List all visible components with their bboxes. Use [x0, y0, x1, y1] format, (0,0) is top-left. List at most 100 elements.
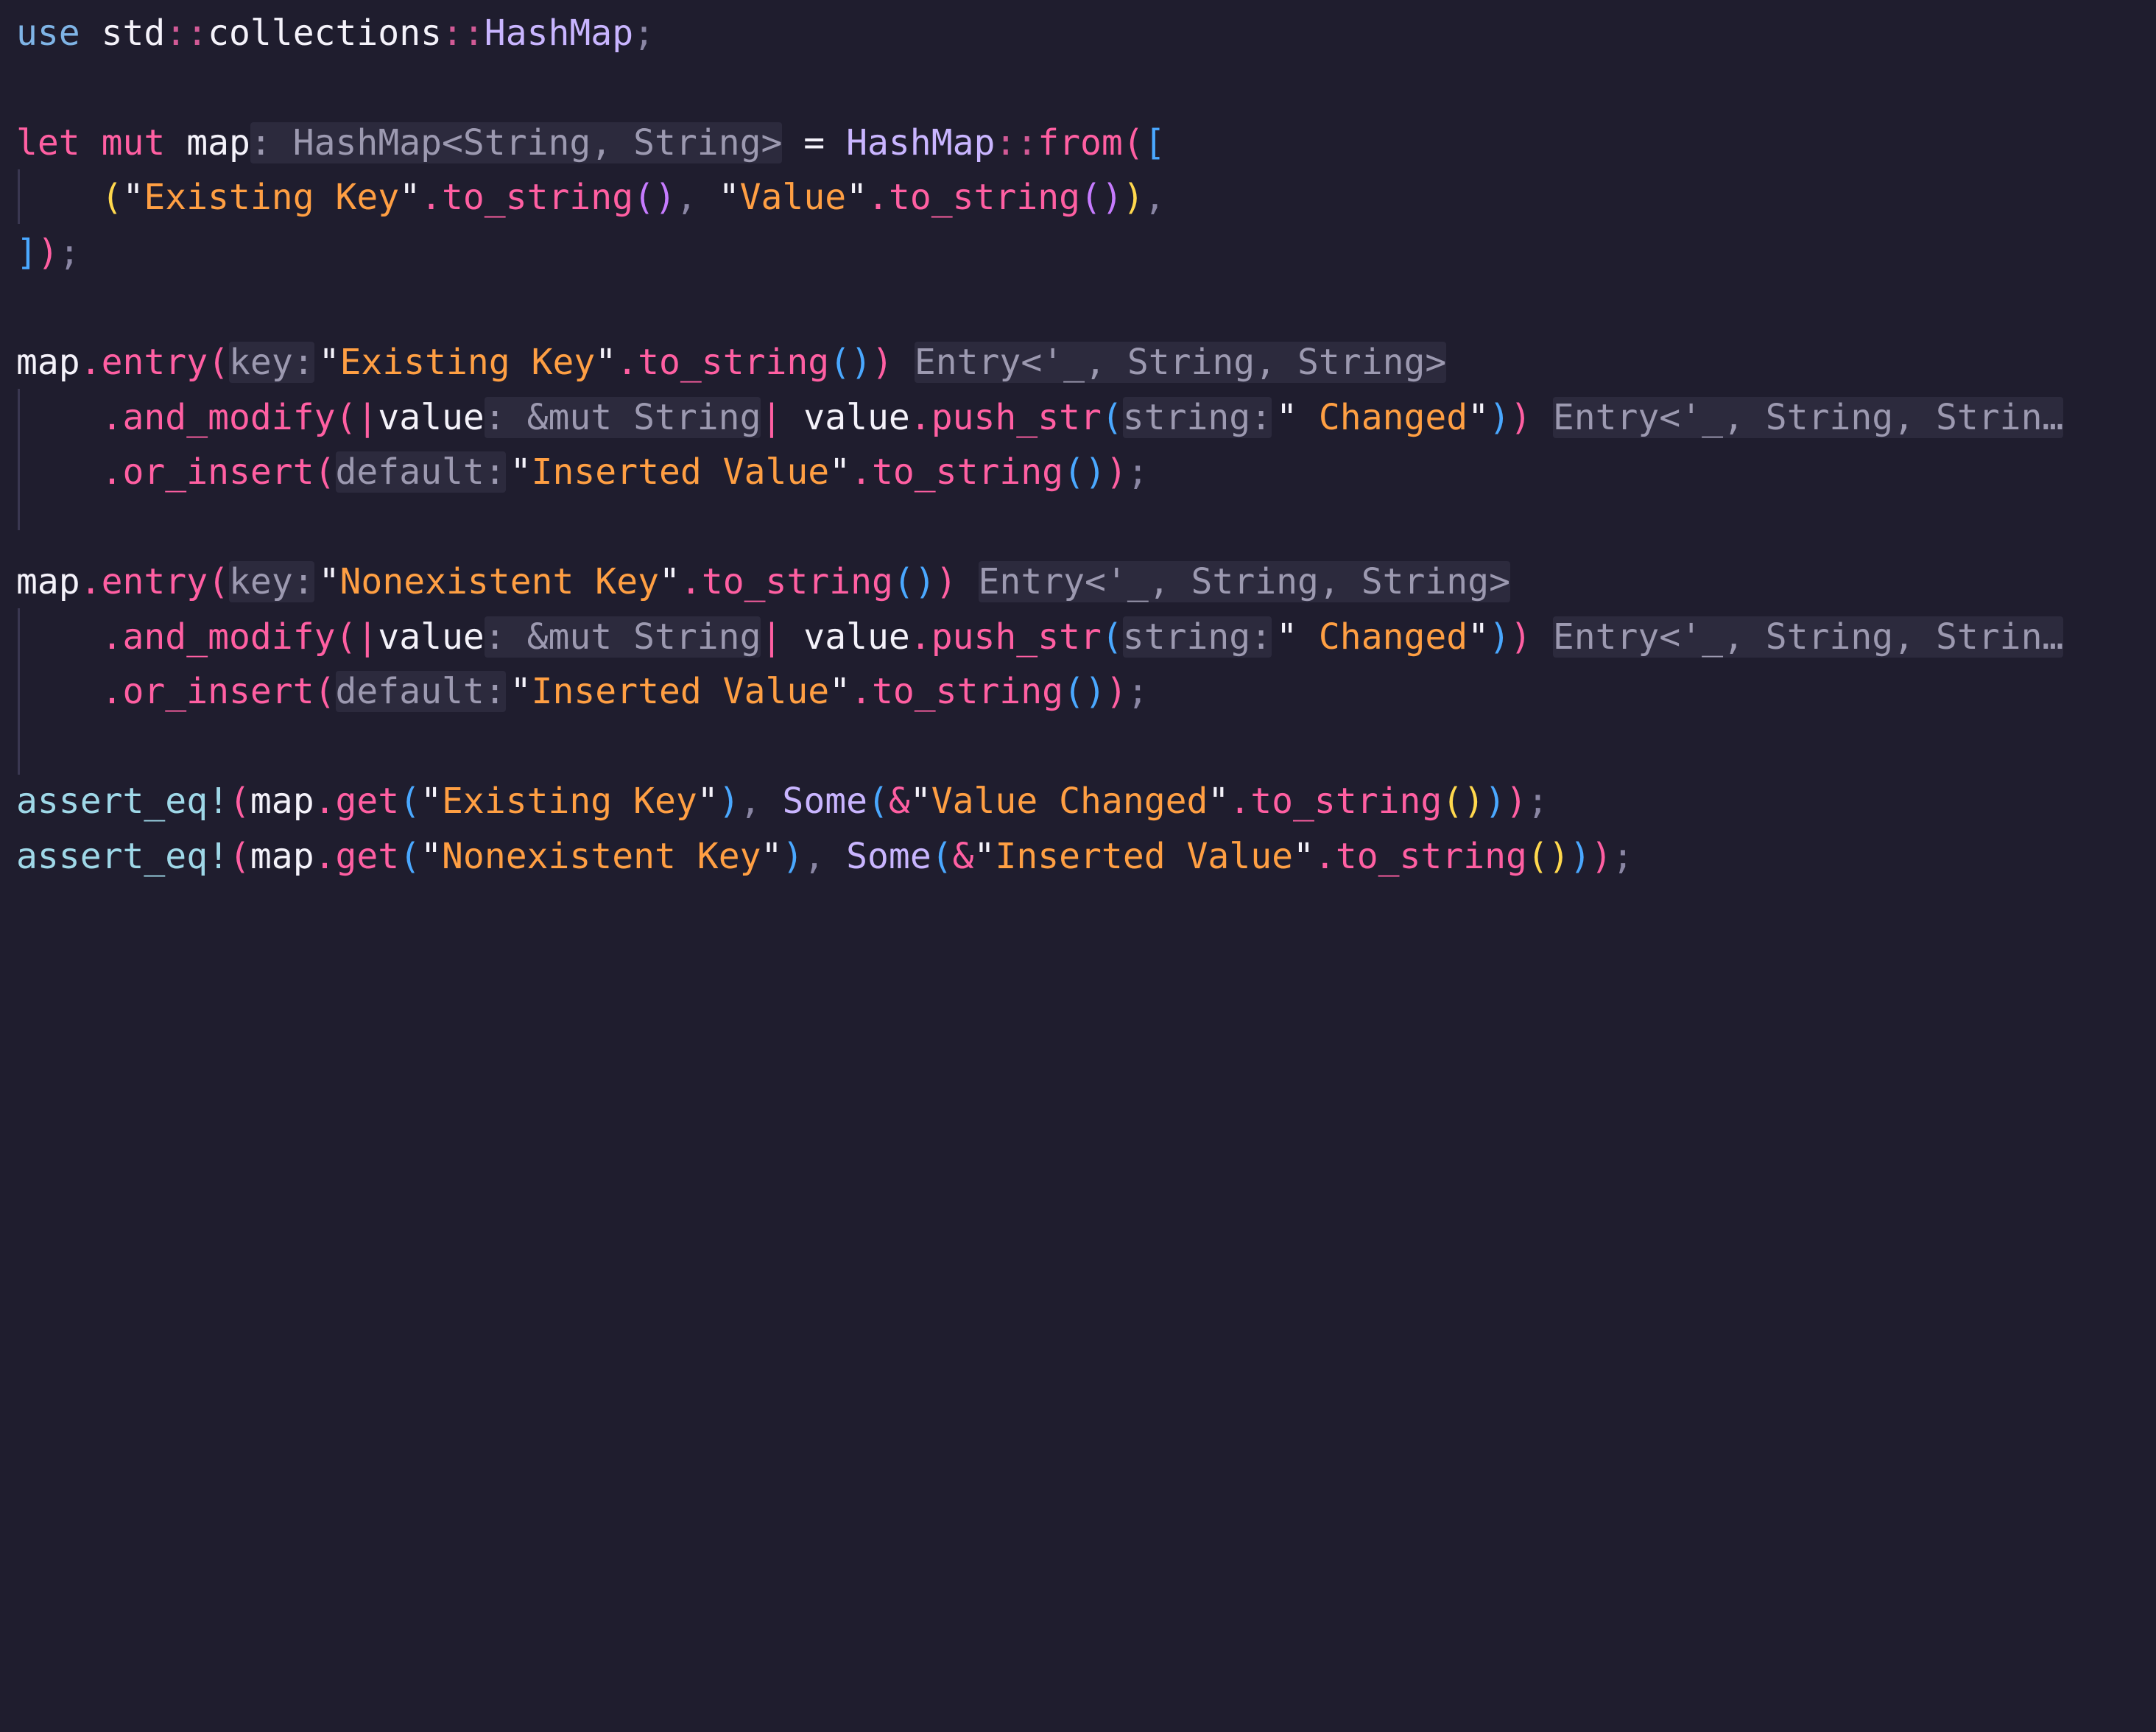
dot: . — [1314, 836, 1336, 877]
open-paren: ( — [335, 397, 357, 438]
open-paren: ( — [867, 781, 889, 822]
method-entry: entry — [101, 342, 208, 383]
semicolon: ; — [633, 13, 655, 54]
semicolon: ; — [1127, 671, 1149, 712]
close-paren: ) — [1506, 781, 1527, 822]
quote: " — [697, 781, 719, 822]
quote: " — [909, 781, 931, 822]
method-to-string: to_string — [442, 177, 634, 218]
method-get: get — [335, 781, 400, 822]
dot: . — [101, 671, 123, 712]
method-from: from — [1038, 122, 1123, 163]
enum-some: Some — [846, 836, 931, 877]
string-literal: Value Changed — [931, 781, 1208, 822]
call-parens: () — [829, 342, 873, 383]
comma: , — [739, 781, 761, 822]
close-paren: ) — [1489, 397, 1510, 438]
keyword-use: use — [16, 13, 80, 54]
inlay-param-hint: key: — [229, 561, 314, 602]
path-separator: :: — [995, 122, 1038, 163]
enum-some: Some — [782, 781, 868, 822]
dot: . — [101, 451, 123, 493]
method-to-string: to_string — [871, 671, 1064, 712]
open-paren: ( — [101, 177, 123, 218]
close-paren: ) — [1510, 397, 1532, 438]
variable-value: value — [803, 397, 910, 438]
open-paren: ( — [208, 342, 230, 383]
macro-assert-eq: assert_eq! — [16, 781, 229, 822]
code-line-12[interactable]: .and_modify(|value: &mut String| value.p… — [16, 610, 2064, 664]
code-line-15[interactable]: assert_eq!(map.get("Existing Key"), Some… — [16, 774, 1549, 828]
close-paren: ) — [1105, 451, 1127, 493]
open-paren: ( — [314, 671, 336, 712]
method-push-str: push_str — [931, 397, 1102, 438]
quote: " — [761, 836, 783, 877]
closure-pipe: | — [761, 616, 783, 658]
string-literal: Existing Key — [339, 342, 596, 383]
variable-map: map — [186, 122, 250, 163]
call-parens: () — [633, 177, 676, 218]
open-paren: ( — [335, 616, 357, 658]
call-parens: () — [1063, 671, 1106, 712]
inlay-chain-hint: Entry<'_, String, Strin… — [1552, 397, 2064, 438]
dot: . — [850, 451, 872, 493]
variable-map: map — [250, 781, 314, 822]
assign-operator: = — [782, 122, 847, 163]
module-collections: collections — [208, 13, 442, 54]
comma: , — [675, 177, 697, 218]
quote: " — [399, 177, 421, 218]
closure-pipe: | — [356, 397, 378, 438]
call-parens: () — [1442, 781, 1485, 822]
quote: " — [1468, 616, 1490, 658]
quote: " — [510, 671, 532, 712]
inlay-param-hint: string: — [1122, 397, 1272, 438]
inlay-type-hint: : HashMap<String, String> — [250, 122, 783, 163]
code-editor[interactable]: use std::collections::HashMap; let mut m… — [0, 0, 2156, 897]
code-line-8[interactable]: .and_modify(|value: &mut String| value.p… — [16, 390, 2064, 445]
method-and-modify: and_modify — [122, 397, 336, 438]
call-parens: () — [1063, 451, 1106, 493]
inlay-chain-hint: Entry<'_, String, String> — [978, 561, 1510, 602]
code-line-1[interactable]: use std::collections::HashMap; — [16, 6, 655, 60]
string-literal: Nonexistent Key — [442, 836, 761, 877]
open-bracket: [ — [1144, 122, 1166, 163]
inlay-type-hint: : &mut String — [484, 397, 761, 438]
comma: , — [1144, 177, 1166, 218]
quote: " — [318, 561, 340, 602]
string-literal: Changed — [1297, 616, 1468, 658]
dot: . — [909, 616, 931, 658]
close-paren: ) — [782, 836, 804, 877]
param-value: value — [378, 616, 485, 658]
code-line-16[interactable]: assert_eq!(map.get("Nonexistent Key"), S… — [16, 829, 1633, 884]
call-parens: () — [892, 561, 936, 602]
string-literal: Existing Key — [442, 781, 697, 822]
code-line-9[interactable]: .or_insert(default: "Inserted Value".to_s… — [16, 445, 1149, 499]
quote: " — [829, 671, 851, 712]
inlay-chain-hint: Entry<'_, String, String> — [914, 342, 1447, 383]
dot: . — [616, 342, 638, 383]
inlay-type-hint: : &mut String — [484, 616, 761, 658]
dot: . — [680, 561, 702, 602]
dot: . — [80, 561, 102, 602]
method-to-string: to_string — [1250, 781, 1442, 822]
inlay-chain-hint: Entry<'_, String, Strin… — [1552, 616, 2064, 658]
method-to-string: to_string — [871, 451, 1064, 493]
dot: . — [1229, 781, 1251, 822]
quote: " — [420, 836, 443, 877]
close-paren: ) — [1489, 616, 1510, 658]
macro-assert-eq: assert_eq! — [16, 836, 229, 877]
quote: " — [318, 342, 340, 383]
code-line-3[interactable]: let mut map: HashMap<String, String> = H… — [16, 116, 1166, 170]
method-get: get — [335, 836, 400, 877]
quote: " — [846, 177, 868, 218]
reference-amp: & — [952, 836, 974, 877]
code-line-4[interactable]: ("Existing Key".to_string(), "Value".to_… — [16, 170, 1166, 225]
dot: . — [850, 671, 872, 712]
code-line-7[interactable]: map.entry(key: "Existing Key".to_string()… — [16, 335, 1447, 390]
code-line-11[interactable]: map.entry(key: "Nonexistent Key".to_strin… — [16, 555, 1510, 609]
code-line-5[interactable]: ]); — [16, 225, 80, 280]
open-paren: ( — [314, 451, 336, 493]
call-parens: () — [1080, 177, 1123, 218]
method-entry: entry — [101, 561, 208, 602]
code-line-13[interactable]: .or_insert(default: "Inserted Value".to_s… — [16, 664, 1149, 719]
